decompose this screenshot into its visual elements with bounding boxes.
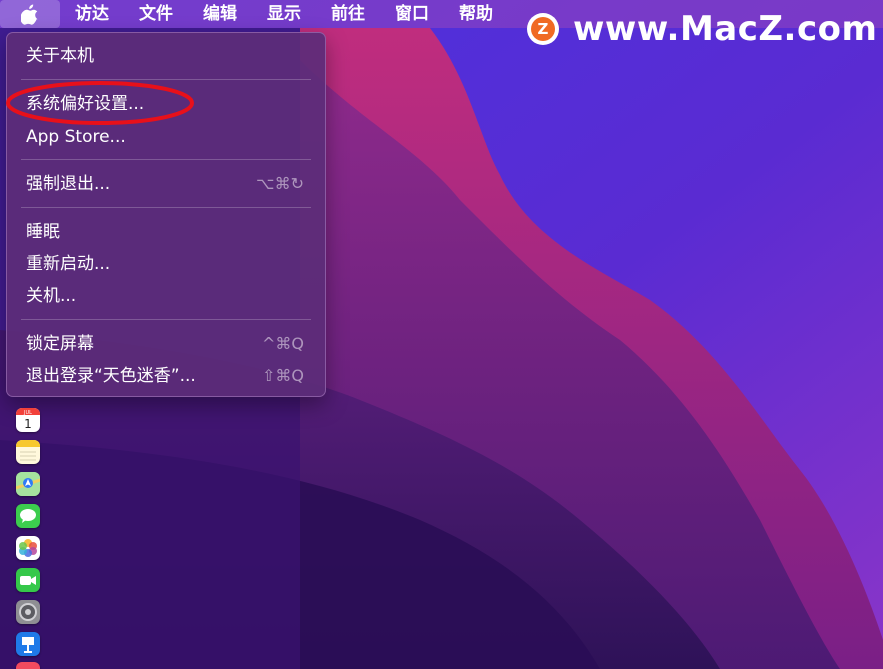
svg-text:1: 1 (24, 417, 32, 431)
menu-item-label: 关于本机 (26, 46, 94, 66)
apple-logo-icon (21, 3, 39, 25)
menu-item-label: 系统偏好设置... (26, 94, 145, 114)
menu-separator (21, 319, 311, 320)
menu-separator (21, 79, 311, 80)
menu-item-shut-down[interactable]: 关机... (7, 281, 325, 311)
menu-item-label: 强制退出... (26, 174, 111, 194)
menu-separator (21, 207, 311, 208)
system-preferences-icon[interactable] (16, 600, 40, 624)
apple-dropdown-menu: 关于本机 系统偏好设置... App Store... 强制退出... ⌥⌘↻ … (6, 32, 326, 397)
menu-item-force-quit[interactable]: 强制退出... ⌥⌘↻ (7, 169, 325, 199)
menu-item-label: 退出登录“天色迷香”... (26, 366, 196, 386)
menu-item-shortcut: ⇧⌘Q (262, 366, 304, 385)
menu-view[interactable]: 显示 (252, 0, 316, 28)
keynote-icon[interactable] (16, 632, 40, 656)
photos-icon[interactable] (16, 536, 40, 560)
menu-item-label: 重新启动... (26, 254, 111, 274)
menu-help[interactable]: 帮助 (444, 0, 508, 28)
menu-finder[interactable]: 访达 (60, 0, 124, 28)
menu-item-about-this-mac[interactable]: 关于本机 (7, 41, 325, 71)
menu-item-shortcut: ^⌘Q (262, 334, 304, 353)
menu-item-system-preferences[interactable]: 系统偏好设置... (7, 89, 325, 119)
watermark: Z www.MacZ.com (527, 10, 877, 48)
maps-icon[interactable] (16, 472, 40, 496)
menu-item-label: 睡眠 (26, 222, 60, 242)
menu-item-label: App Store... (26, 127, 126, 147)
menu-item-sleep[interactable]: 睡眠 (7, 217, 325, 247)
menu-item-restart[interactable]: 重新启动... (7, 249, 325, 279)
menu-window[interactable]: 窗口 (380, 0, 444, 28)
menu-item-app-store[interactable]: App Store... (7, 122, 325, 152)
music-icon[interactable] (16, 662, 40, 669)
menu-item-label: 锁定屏幕 (26, 334, 94, 354)
facetime-icon[interactable] (16, 568, 40, 592)
watermark-text: www.MacZ.com (573, 9, 878, 49)
menu-item-shortcut: ⌥⌘↻ (256, 174, 304, 193)
menu-edit[interactable]: 编辑 (188, 0, 252, 28)
messages-icon[interactable] (16, 504, 40, 528)
desktop: 访达 文件 编辑 显示 前往 窗口 帮助 Z www.MacZ.com 关于本机… (0, 0, 883, 669)
menu-go[interactable]: 前往 (316, 0, 380, 28)
notes-icon[interactable] (16, 440, 40, 464)
menu-file[interactable]: 文件 (124, 0, 188, 28)
svg-text:JUL: JUL (23, 410, 32, 416)
watermark-logo-icon: Z (527, 13, 559, 45)
apple-menu-button[interactable] (0, 0, 60, 28)
watermark-badge-letter: Z (531, 17, 555, 41)
menu-item-lock-screen[interactable]: 锁定屏幕 ^⌘Q (7, 329, 325, 359)
menu-separator (21, 159, 311, 160)
menu-item-label: 关机... (26, 286, 77, 306)
calendar-icon[interactable]: JUL 1 (16, 408, 40, 432)
menu-item-log-out[interactable]: 退出登录“天色迷香”... ⇧⌘Q (7, 361, 325, 391)
